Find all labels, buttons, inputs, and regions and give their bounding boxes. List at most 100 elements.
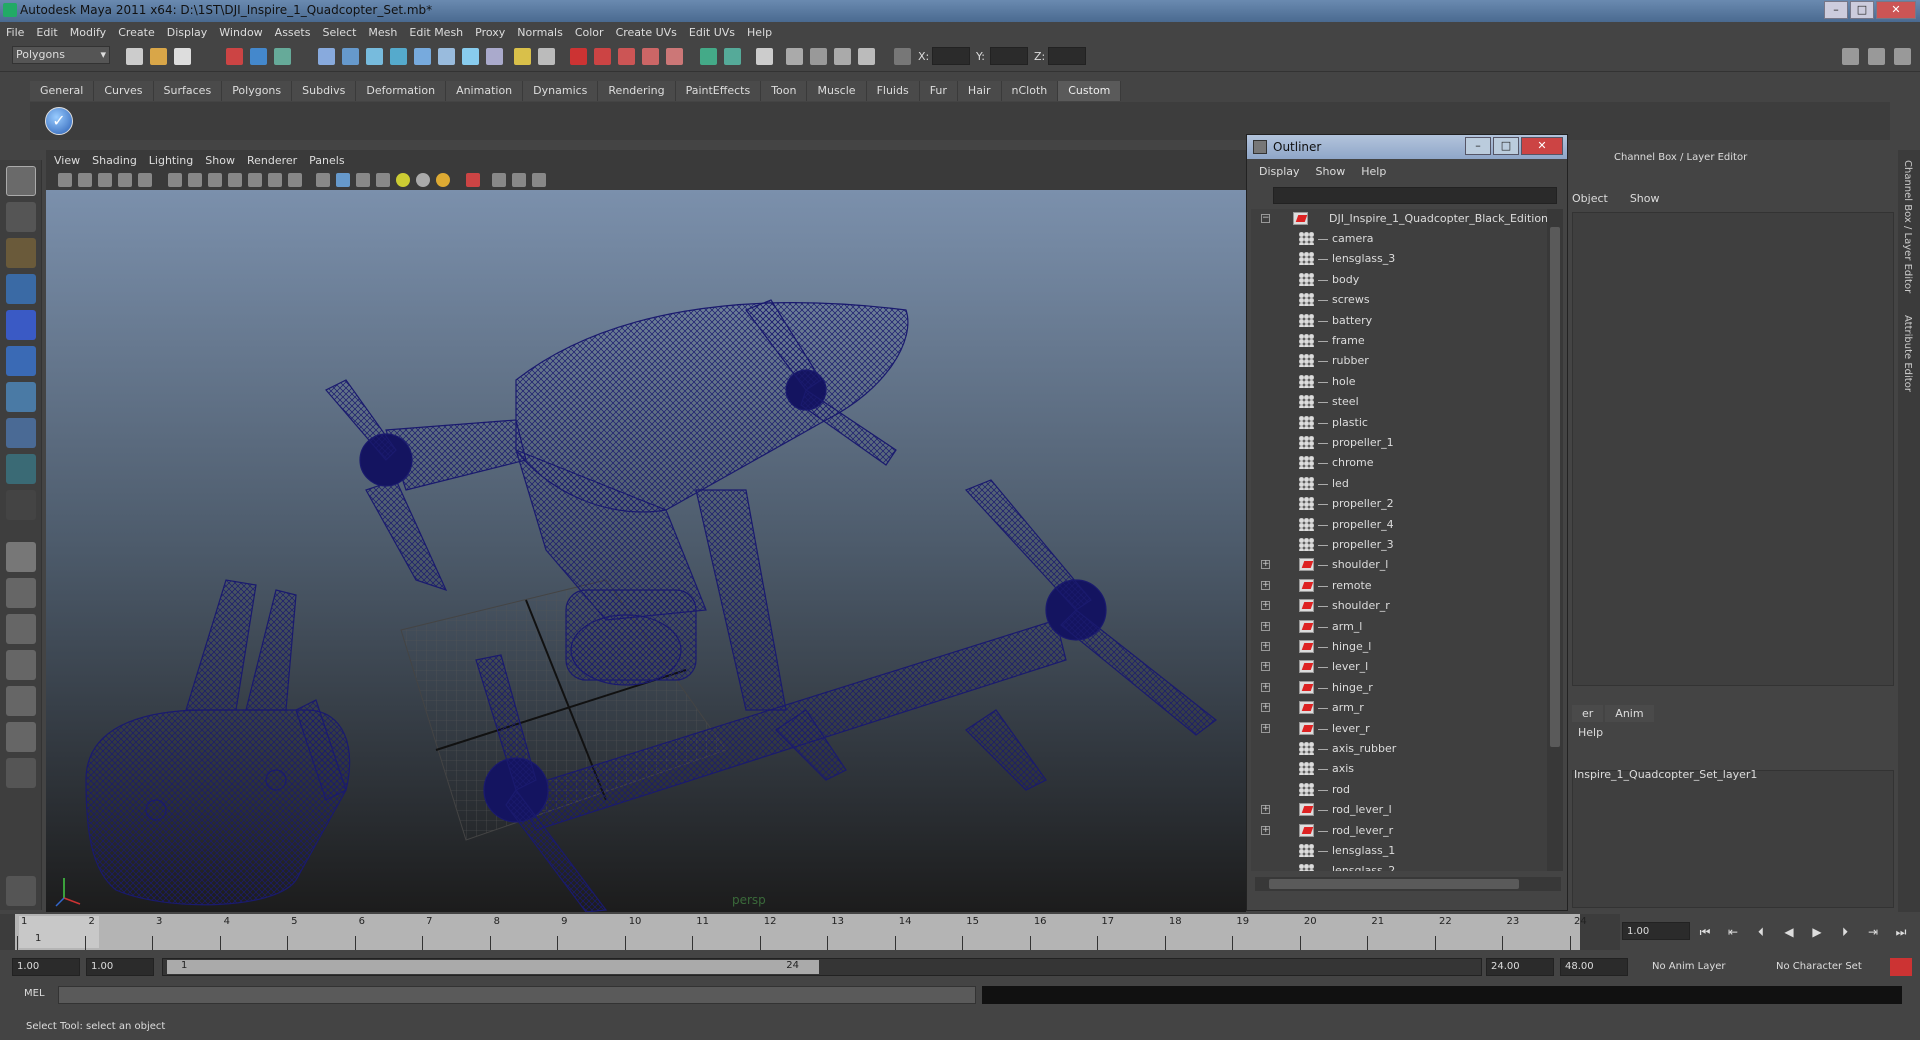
attribute-editor-side-tab[interactable]: Attribute Editor [1902,315,1913,392]
go-to-end-icon[interactable]: ⏭ [1891,924,1911,940]
outliner-item[interactable]: + remote [1251,576,1547,596]
high-quality-icon[interactable] [436,173,450,187]
anim-layer-dropdown[interactable]: No Anim Layer [1648,958,1760,976]
wireframe-icon[interactable] [316,173,330,187]
select-camera-icon[interactable] [58,173,72,187]
menu-modify[interactable]: Modify [70,26,106,39]
outliner-filter-field[interactable] [1273,187,1557,204]
command-input[interactable] [58,986,976,1004]
shelf-tab-toon[interactable]: Toon [761,81,808,101]
snap-to-points-icon[interactable] [618,48,635,65]
outliner-root-row[interactable]: − DJI_Inspire_1_Quadcopter_Black_Edition… [1251,209,1547,229]
textured-icon[interactable] [376,173,390,187]
xray-joints-icon[interactable] [532,173,546,187]
layer-help-menu[interactable]: Help [1578,726,1603,739]
outliner-item[interactable]: hole [1251,372,1547,392]
channel-box-side-tab[interactable]: Channel Box / Layer Editor [1902,160,1913,293]
four-view-layout-icon[interactable] [6,578,36,608]
new-scene-icon[interactable] [126,48,143,65]
outliner-item[interactable]: + rod_lever_l [1251,800,1547,820]
channel-box-menu-object[interactable]: Object [1572,192,1608,205]
current-frame-marker[interactable] [19,916,99,948]
construction-history-icon[interactable] [756,48,773,65]
relative-transform-icon[interactable] [894,48,911,65]
render-settings-icon[interactable] [858,48,875,65]
rotate-tool-icon[interactable] [6,310,36,340]
outliner-item[interactable]: body [1251,270,1547,290]
shelf-tab-custom[interactable]: Custom [1058,81,1122,101]
outliner-close-button[interactable]: ✕ [1521,137,1563,155]
bookmarks-icon[interactable] [98,173,112,187]
outliner-maximize-button[interactable]: □ [1493,137,1519,155]
select-deformations-icon[interactable] [414,48,431,65]
animation-start-field[interactable]: 1.00 [12,958,80,976]
menu-create[interactable]: Create [118,26,155,39]
paint-effects-icon[interactable] [6,876,36,906]
menu-select[interactable]: Select [322,26,356,39]
outliner-item[interactable]: propeller_4 [1251,515,1547,535]
outliner-item[interactable]: battery [1251,311,1547,331]
viewport-menu-panels[interactable]: Panels [309,154,344,167]
auto-key-icon[interactable] [1890,958,1912,976]
menu-set-dropdown[interactable]: Polygons [12,46,110,64]
show-manipulator-tool-icon[interactable] [6,454,36,484]
outliner-item[interactable]: frame [1251,331,1547,351]
make-live-icon[interactable] [666,48,683,65]
select-dynamics-icon[interactable] [438,48,455,65]
y-field[interactable] [990,47,1028,65]
outliner-item[interactable]: + lever_r [1251,719,1547,739]
outliner-item[interactable]: rubber [1251,351,1547,371]
last-tool-used-icon[interactable] [6,490,36,520]
snap-to-grids-icon[interactable] [570,48,587,65]
outliner-item[interactable]: chrome [1251,453,1547,473]
step-back-key-icon[interactable]: ⇤ [1723,924,1743,940]
outliner-item[interactable]: propeller_3 [1251,535,1547,555]
layout-options-icon[interactable] [6,758,36,788]
step-back-frame-icon[interactable]: ⏴ [1751,924,1771,940]
input-ops-icon[interactable] [700,48,717,65]
outliner-item[interactable]: axis [1251,759,1547,779]
menu-mesh[interactable]: Mesh [368,26,397,39]
attribute-editor-toggle-icon[interactable] [1842,48,1859,65]
shelf-tab-polygons[interactable]: Polygons [222,81,293,101]
character-set-dropdown[interactable]: No Character Set [1772,958,1884,976]
layer-tab-anim[interactable]: Anim [1605,705,1654,722]
outliner-item[interactable]: + shoulder_r [1251,596,1547,616]
shelf-tab-animation[interactable]: Animation [446,81,524,101]
snap-to-curves-icon[interactable] [594,48,611,65]
select-rendering-icon[interactable] [462,48,479,65]
outliner-item[interactable]: + arm_r [1251,698,1547,718]
expand-icon[interactable]: + [1261,723,1270,733]
close-button[interactable]: ✕ [1876,1,1916,19]
outliner-item[interactable]: lensglass_3 [1251,249,1547,269]
range-thumb[interactable]: 1 24 [167,960,819,974]
persp-hypershade-layout-icon[interactable] [6,686,36,716]
expand-icon[interactable]: + [1261,703,1270,713]
safe-title-icon[interactable] [288,173,302,187]
persp-outliner-layout-icon[interactable] [6,614,36,644]
expand-icon[interactable]: + [1261,662,1270,672]
viewport-menu-view[interactable]: View [54,154,80,167]
soft-modification-tool-icon[interactable] [6,418,36,448]
viewport-canvas[interactable]: persp [46,190,1246,912]
smooth-shade-icon[interactable] [336,173,350,187]
select-surfaces-icon[interactable] [390,48,407,65]
outliner-item[interactable]: lensglass_1 [1251,841,1547,861]
step-forward-key-icon[interactable]: ⇥ [1863,924,1883,940]
outliner-item[interactable]: + hinge_l [1251,637,1547,657]
channel-box-menu-show[interactable]: Show [1630,192,1660,205]
checkmark-shelf-icon[interactable]: ✓ [45,107,73,135]
tool-settings-toggle-icon[interactable] [1868,48,1885,65]
collapse-icon[interactable]: − [1261,214,1270,223]
x-field[interactable] [932,47,970,65]
move-tool-icon[interactable] [6,274,36,304]
select-by-hierarchy-icon[interactable] [226,48,243,65]
z-field[interactable] [1048,47,1086,65]
isolate-select-icon[interactable] [466,173,480,187]
menu-window[interactable]: Window [219,26,262,39]
output-ops-icon[interactable] [724,48,741,65]
shelf-tab-deformation[interactable]: Deformation [356,81,447,101]
animation-end-field[interactable]: 48.00 [1560,958,1628,976]
menu-normals[interactable]: Normals [517,26,563,39]
time-slider[interactable]: 1 1 2 3 4 5 6 7 8 9 10 11 12 13 14 15 16 17 18 19 20 21 22 23 2… [0,914,1620,950]
